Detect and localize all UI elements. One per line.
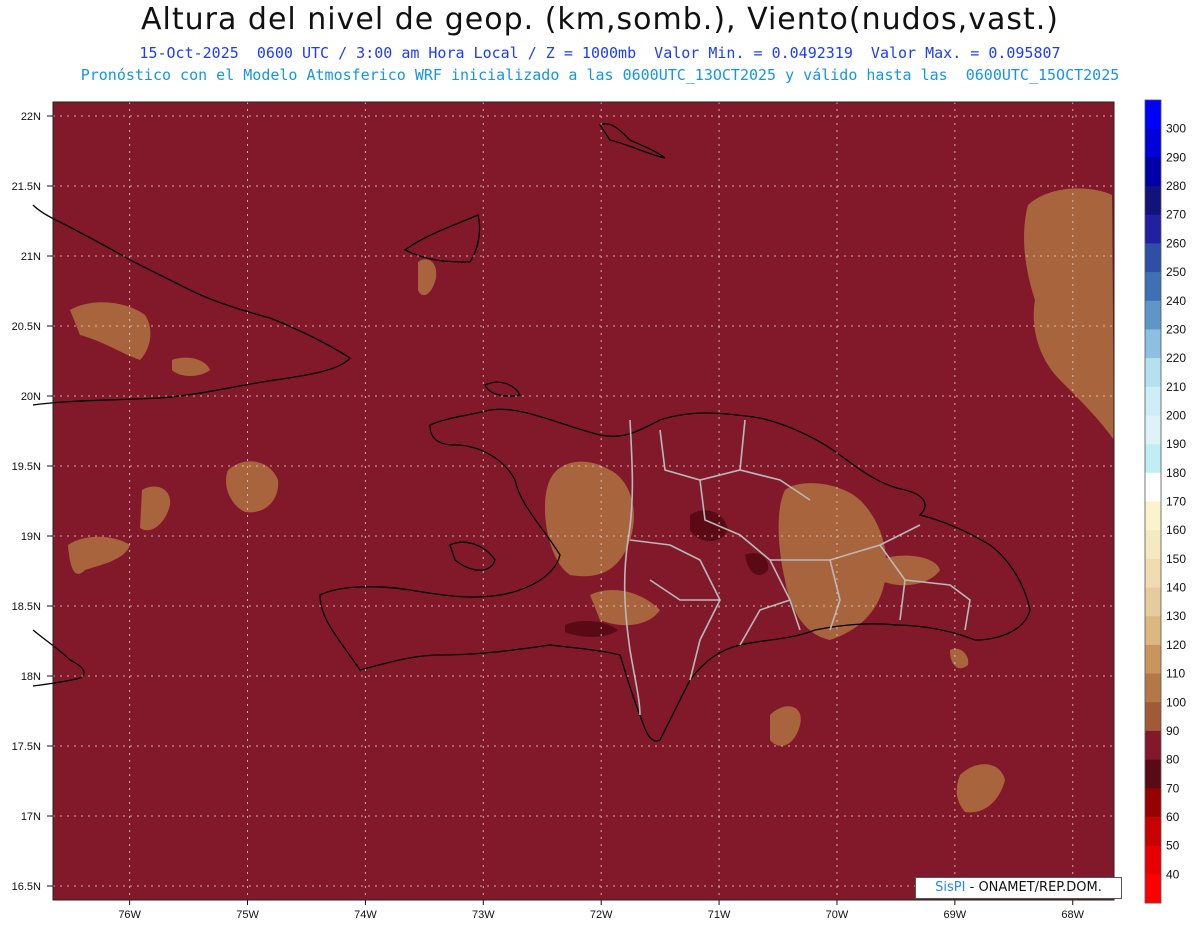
colorbar-label: 130 <box>1166 609 1186 623</box>
lon-tick-label: 69W <box>944 909 967 921</box>
lon-tick-label: 70W <box>826 909 849 921</box>
colorbar-label: 60 <box>1166 810 1180 824</box>
colorbar-label: 40 <box>1166 867 1180 881</box>
colorbar-label: 90 <box>1166 724 1180 738</box>
colorbar-swatch <box>1145 816 1161 847</box>
lat-tick-label: 22N <box>21 111 41 123</box>
lat-tick-label: 17N <box>21 811 41 823</box>
colorbar-label: 170 <box>1166 495 1186 509</box>
colorbar-label: 150 <box>1166 552 1186 566</box>
colorbar-swatch <box>1145 300 1161 330</box>
lat-tick-label: 16.5N <box>12 881 41 893</box>
colorbar-label: 100 <box>1166 695 1186 709</box>
colorbar-label: 200 <box>1166 408 1186 422</box>
colorbar-label: 210 <box>1166 380 1186 394</box>
colorbar-swatch <box>1145 501 1161 531</box>
colorbar-swatch <box>1145 329 1161 359</box>
lon-tick-label: 76W <box>118 909 141 921</box>
colorbar-label: 140 <box>1166 581 1186 595</box>
credit-label: SisPI - ONAMET/REP.DOM. <box>915 877 1122 899</box>
colorbar-swatch <box>1145 616 1161 646</box>
colorbar-swatch <box>1145 157 1161 187</box>
lat-tick-label: 17.5N <box>12 741 41 753</box>
lon-tick-label: 71W <box>708 909 731 921</box>
colorbar-swatch <box>1145 243 1161 273</box>
colorbar-swatch <box>1145 214 1161 244</box>
lon-tick-label: 68W <box>1061 909 1084 921</box>
colorbar-label: 180 <box>1166 466 1186 480</box>
colorbar: 300 290 280 270 260 250 240 230 220 210 200 190 180 1… <box>1144 99 1186 904</box>
lon-tick-label: 75W <box>236 909 259 921</box>
colorbar-swatch <box>1145 186 1161 216</box>
colorbar-label: 230 <box>1166 322 1186 336</box>
colorbar-label: 270 <box>1166 208 1186 222</box>
colorbar-label: 280 <box>1166 179 1186 193</box>
colorbar-swatch <box>1145 730 1161 761</box>
colorbar-swatch <box>1145 702 1161 732</box>
colorbar-label: 250 <box>1166 265 1186 279</box>
credit-text: - ONAMET/REP.DOM. <box>965 880 1102 895</box>
colorbar-swatch <box>1145 272 1161 302</box>
lat-tick-label: 20N <box>21 391 41 403</box>
colorbar-swatch <box>1145 358 1161 388</box>
colorbar-label: 260 <box>1166 236 1186 250</box>
colorbar-label: 80 <box>1166 753 1180 767</box>
colorbar-label: 290 <box>1166 150 1186 164</box>
colorbar-swatch <box>1145 644 1161 675</box>
lat-tick-label: 18N <box>21 671 41 683</box>
colorbar-label: 300 <box>1166 122 1186 136</box>
lat-tick-label: 19.5N <box>12 461 41 473</box>
lat-tick-label: 20.5N <box>12 321 41 333</box>
credit-brand: SisPI <box>935 880 966 895</box>
colorbar-label: 160 <box>1166 523 1186 537</box>
lon-tick-label: 72W <box>590 909 613 921</box>
colorbar-swatch <box>1145 386 1161 416</box>
colorbar-label: 240 <box>1166 294 1186 308</box>
lon-tick-label: 74W <box>354 909 377 921</box>
colorbar-label: 50 <box>1166 839 1180 853</box>
colorbar-swatch <box>1145 530 1161 560</box>
map-figure: 22N 21.5N 21N 20.5N 20N 19.5N 19N 18.5N 18N 17.5N… <box>12 99 1186 921</box>
colorbar-label: 120 <box>1166 638 1186 652</box>
colorbar-swatch <box>1145 673 1161 703</box>
colorbar-swatch <box>1145 587 1161 617</box>
lat-tick-label: 19N <box>21 531 41 543</box>
colorbar-swatch <box>1145 472 1161 502</box>
colorbar-swatch <box>1145 415 1161 445</box>
lat-tick-label: 18.5N <box>12 601 41 613</box>
lat-tick-label: 21.5N <box>12 181 41 193</box>
colorbar-swatch <box>1145 874 1161 904</box>
colorbar-swatch <box>1145 444 1161 474</box>
colorbar-swatch <box>1145 845 1161 875</box>
colorbar-swatch <box>1145 128 1161 158</box>
colorbar-swatch <box>1145 788 1161 818</box>
colorbar-swatch <box>1145 558 1161 589</box>
colorbar-label: 70 <box>1166 781 1180 795</box>
colorbar-label: 220 <box>1166 351 1186 365</box>
lat-tick-label: 21N <box>21 251 41 263</box>
colorbar-label: 190 <box>1166 437 1186 451</box>
colorbar-label: 110 <box>1166 667 1185 681</box>
lon-tick-label: 73W <box>472 909 495 921</box>
colorbar-swatch <box>1145 100 1161 130</box>
colorbar-swatch <box>1145 759 1161 789</box>
